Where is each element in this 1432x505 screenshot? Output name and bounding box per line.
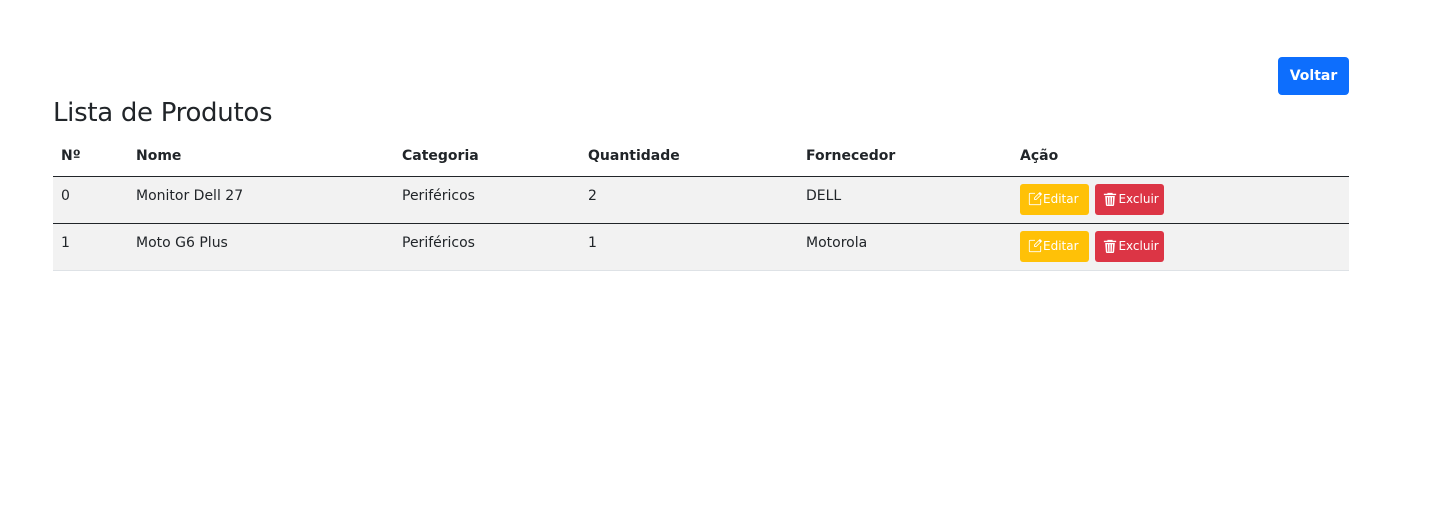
edit-button-label: Editar (1043, 239, 1079, 253)
cell-number: 0 (53, 176, 128, 224)
edit-button-label: Editar (1043, 192, 1079, 206)
back-button[interactable]: Voltar (1278, 57, 1349, 95)
table-row: 1 Moto G6 Plus Periféricos 1 Motorola Ed… (53, 223, 1349, 271)
column-header-nome: Nome (128, 137, 394, 177)
column-header-number: Nº (53, 137, 128, 177)
pencil-square-icon (1028, 239, 1042, 253)
cell-number: 1 (53, 223, 128, 271)
cell-fornecedor: DELL (798, 176, 1012, 224)
cell-acao: Editar Excluir (1012, 223, 1349, 271)
edit-button[interactable]: Editar (1020, 183, 1089, 215)
column-header-fornecedor: Fornecedor (798, 137, 1012, 177)
page-title: Lista de Produtos (53, 98, 273, 128)
column-header-acao: Ação (1012, 137, 1349, 177)
delete-button[interactable]: Excluir (1095, 230, 1165, 262)
edit-button[interactable]: Editar (1020, 230, 1089, 262)
cell-nome: Moto G6 Plus (128, 223, 394, 271)
cell-acao: Editar Excluir (1012, 176, 1349, 224)
delete-button-label: Excluir (1118, 192, 1159, 206)
trash-icon (1104, 192, 1117, 206)
column-header-categoria: Categoria (394, 137, 580, 177)
cell-nome: Monitor Dell 27 (128, 176, 394, 224)
delete-button-label: Excluir (1118, 239, 1159, 253)
trash-icon (1104, 239, 1117, 253)
table-header-row: Nº Nome Categoria Quantidade Fornecedor … (53, 137, 1349, 177)
products-table: Nº Nome Categoria Quantidade Fornecedor … (53, 137, 1349, 271)
table-row: 0 Monitor Dell 27 Periféricos 2 DELL Edi… (53, 176, 1349, 224)
delete-button[interactable]: Excluir (1095, 183, 1165, 215)
column-header-quantidade: Quantidade (580, 137, 798, 177)
pencil-square-icon (1028, 192, 1042, 206)
cell-quantidade: 1 (580, 223, 798, 271)
cell-categoria: Periféricos (394, 223, 580, 271)
cell-categoria: Periféricos (394, 176, 580, 224)
cell-quantidade: 2 (580, 176, 798, 224)
cell-fornecedor: Motorola (798, 223, 1012, 271)
